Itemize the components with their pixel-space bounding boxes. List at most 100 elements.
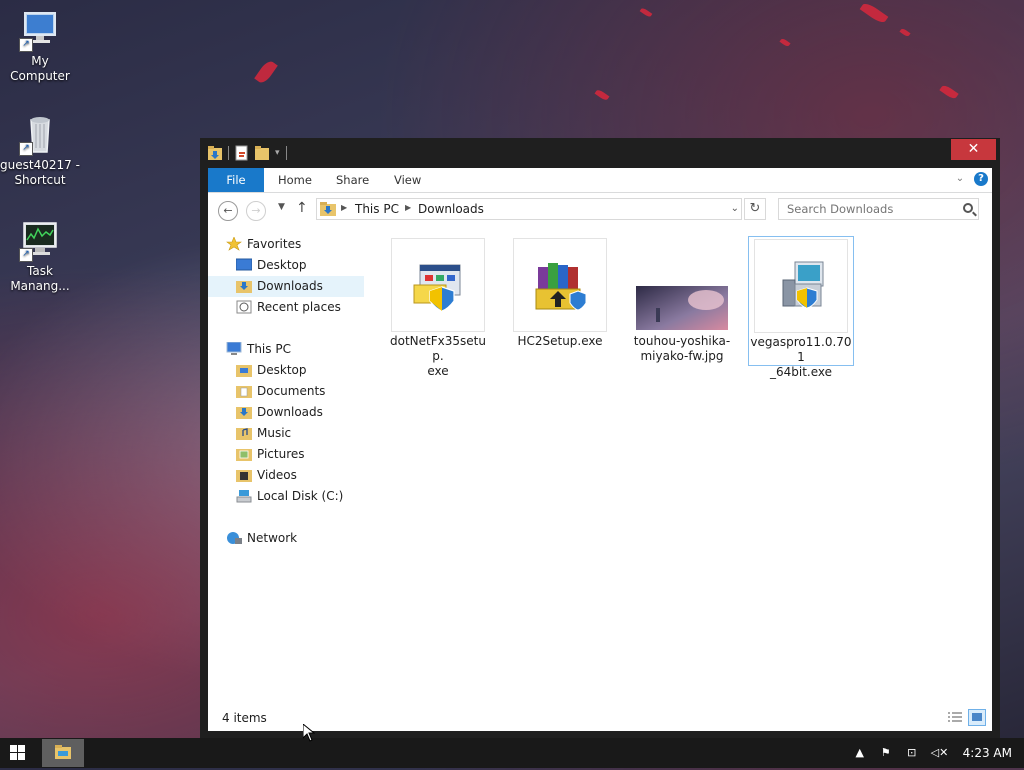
image-thumbnail (635, 238, 729, 332)
forward-button[interactable]: → (246, 201, 266, 221)
start-button[interactable] (10, 745, 26, 761)
downloads-folder-icon (320, 202, 336, 216)
search-box[interactable] (778, 198, 979, 220)
videos-folder-icon (236, 468, 252, 482)
close-button[interactable]: ✕ (951, 139, 996, 160)
downloads-folder-icon (236, 279, 252, 293)
recycle-bin-icon: ↗ (19, 114, 61, 156)
tab-home[interactable]: Home (264, 168, 326, 192)
nav-label: Music (257, 426, 292, 440)
nav-network[interactable]: Network (226, 528, 297, 549)
properties-icon[interactable] (235, 145, 249, 161)
file-item[interactable]: HC2Setup.exe (508, 238, 612, 349)
quick-access-toolbar: ▾ (208, 145, 287, 161)
installer-icon (391, 238, 485, 332)
file-item-selected[interactable]: vegaspro11.0.701 _64bit.exe (748, 236, 854, 379)
breadcrumb-this-pc[interactable]: This PC (355, 202, 399, 216)
wallpaper-petal (254, 58, 278, 86)
taskbar-file-explorer[interactable] (42, 739, 84, 767)
desktop-icon-task-manager[interactable]: ↗ Task Manang... (0, 220, 80, 294)
drive-icon (236, 489, 252, 503)
desktop-icon-label: guest40217 - Shortcut (0, 158, 80, 187)
refresh-button[interactable]: ↻ (744, 198, 766, 220)
nav-pc-local-disk[interactable]: Local Disk (C:) (236, 486, 343, 507)
explorer-window: ▾ ✕ File Home Share View ⌄ ? ← → ▼ ↑ ▶ T… (200, 138, 1000, 738)
show-hidden-icons-icon[interactable]: ▲ (853, 746, 867, 760)
pictures-folder-icon (236, 447, 252, 461)
taskbar: ▲ ⚑ ⊡ ◁✕ 4:23 AM (0, 738, 1024, 768)
up-button[interactable]: ↑ (296, 200, 308, 216)
nav-pc-videos[interactable]: Videos (236, 465, 297, 486)
explorer-client: File Home Share View ⌄ ? ← → ▼ ↑ ▶ This … (208, 168, 992, 731)
large-icons-view-icon[interactable] (968, 709, 986, 726)
my-computer-icon: ↗ (19, 10, 61, 52)
nav-label: Videos (257, 468, 297, 482)
expand-ribbon-icon[interactable]: ⌄ (954, 173, 966, 185)
nav-label: Desktop (257, 258, 307, 272)
recent-locations-icon[interactable]: ▼ (278, 202, 285, 212)
action-center-flag-icon[interactable]: ⚑ (879, 746, 893, 760)
nav-label: Pictures (257, 447, 305, 461)
address-bar[interactable]: ▶ This PC ▶ Downloads ⌄ (316, 198, 742, 220)
windows-logo-icon (10, 745, 17, 752)
nav-label: Documents (257, 384, 326, 398)
nav-favorites[interactable]: Favorites (226, 234, 301, 255)
network-status-icon[interactable]: ⊡ (905, 746, 919, 760)
desktop-icon-shortcut[interactable]: ↗ guest40217 - Shortcut (0, 114, 80, 188)
wallpaper-petal (899, 27, 911, 38)
tab-share[interactable]: Share (322, 168, 383, 192)
desktop-icon-my-computer[interactable]: ↗ My Computer (0, 10, 80, 84)
nav-label: Desktop (257, 363, 307, 377)
new-folder-icon[interactable] (255, 145, 269, 161)
documents-folder-icon (236, 384, 252, 398)
nav-label: Local Disk (C:) (257, 489, 344, 503)
details-view-icon[interactable] (946, 709, 964, 726)
address-dropdown-icon[interactable]: ⌄ (731, 203, 739, 214)
breadcrumb-downloads[interactable]: Downloads (418, 202, 484, 216)
wallpaper-petal (939, 83, 959, 101)
nav-label: Favorites (247, 237, 302, 251)
nav-fav-downloads[interactable]: Downloads (208, 276, 364, 297)
qat-separator (285, 146, 287, 160)
nav-fav-desktop[interactable]: Desktop (235, 255, 307, 276)
file-name: vegaspro11.0.701 (750, 335, 852, 364)
file-name: touhou-yoshika- (633, 334, 731, 348)
back-button[interactable]: ← (218, 201, 238, 221)
breadcrumb-separator-icon[interactable]: ▶ (341, 203, 347, 212)
clock[interactable]: 4:23 AM (963, 746, 1012, 760)
wallpaper-petal (594, 88, 610, 102)
tab-view[interactable]: View (380, 168, 435, 192)
wallpaper-petal (639, 7, 653, 18)
address-row: ← → ▼ ↑ ▶ This PC ▶ Downloads ⌄ ↻ (208, 193, 992, 227)
nav-pc-desktop[interactable]: Desktop (236, 360, 307, 381)
shortcut-arrow-icon: ↗ (19, 142, 33, 156)
nav-label: Downloads (257, 405, 323, 419)
folder-download-icon (208, 146, 222, 160)
nav-pc-pictures[interactable]: Pictures (236, 444, 305, 465)
ribbon: File Home Share View ⌄ ? (208, 168, 992, 193)
task-manager-icon: ↗ (19, 220, 61, 262)
nav-pc-downloads[interactable]: Downloads (236, 402, 323, 423)
tab-file[interactable]: File (208, 168, 264, 192)
nav-fav-recent-places[interactable]: Recent places (236, 297, 341, 318)
file-item[interactable]: touhou-yoshika- miyako-fw.jpg (630, 238, 734, 364)
nav-pc-music[interactable]: Music (236, 423, 291, 444)
status-bar: 4 items (208, 706, 992, 731)
nav-this-pc[interactable]: This PC (226, 339, 291, 360)
help-icon[interactable]: ? (974, 172, 988, 186)
item-count: 4 items (222, 711, 267, 725)
nav-pc-documents[interactable]: Documents (236, 381, 325, 402)
file-item[interactable]: dotNetFx35setup. exe (386, 238, 490, 379)
qat-separator (228, 146, 229, 160)
shortcut-arrow-icon: ↗ (19, 248, 33, 262)
desktop-icon-label: Task Manang... (10, 264, 70, 293)
volume-muted-icon[interactable]: ◁✕ (931, 746, 949, 760)
system-tray: ▲ ⚑ ⊡ ◁✕ 4:23 AM (853, 738, 1012, 768)
search-input[interactable] (779, 199, 970, 219)
winrar-setup-icon (513, 238, 607, 332)
network-icon (226, 531, 242, 545)
title-bar[interactable]: ▾ ✕ (200, 138, 1000, 168)
breadcrumb-separator-icon[interactable]: ▶ (405, 203, 411, 212)
qat-dropdown-icon[interactable]: ▾ (275, 148, 280, 158)
nav-label: Network (247, 531, 298, 545)
